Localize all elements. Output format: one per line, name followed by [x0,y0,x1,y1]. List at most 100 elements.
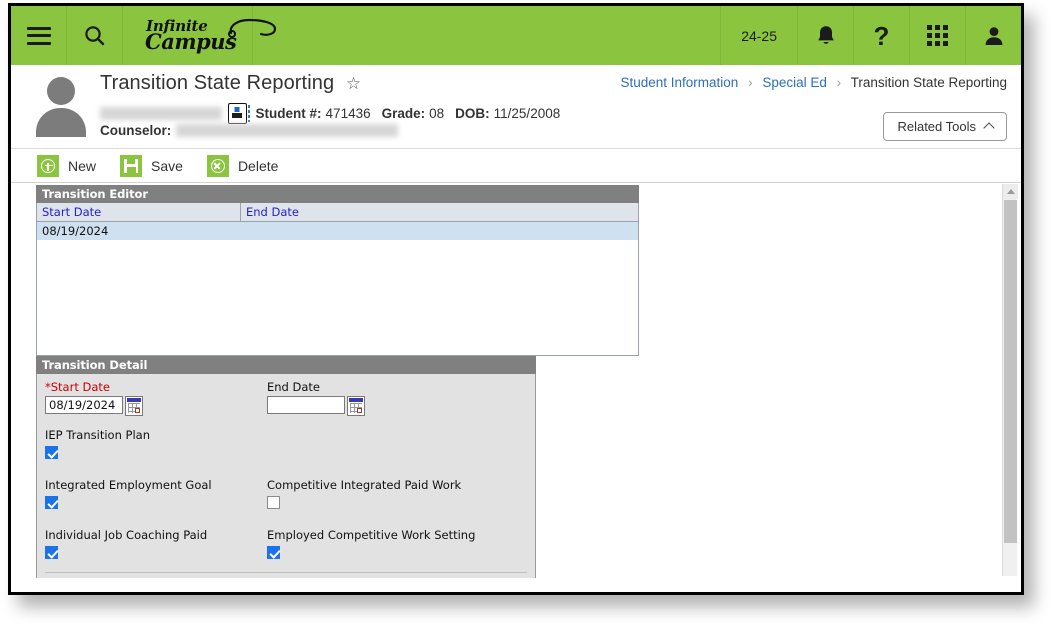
row-end-date [241,222,638,240]
infinite-campus-logo[interactable]: Infinite Campus [123,6,277,65]
iep-transition-plan-row: IEP Transition Plan [45,428,527,466]
integrated-employment-goal-group: Integrated Employment Goal [45,478,267,512]
student-summary-line: ABDALLA, NOOR S Student #: 471436 Grade:… [100,103,560,124]
grade-value: 08 [429,106,445,121]
save-icon-tile [120,154,143,177]
student-number-value: 471436 [325,106,371,121]
action-toolbar: New Save Delete [11,149,1021,183]
breadcrumb-item-special-ed[interactable]: Special Ed [762,75,827,90]
student-header: Transition State Reporting ☆ ABDALLA, NO… [11,65,1021,149]
modified-by-note: - Modified by: Administrator, System 08/… [45,572,527,578]
row-start-date: 08/19/2024 [42,224,109,238]
iep-row-spacer [267,428,489,466]
employment-row-1: Integrated Employment Goal Competitive I… [45,478,527,516]
column-header-start-date[interactable]: Start Date [37,203,241,221]
new-button-label: New [68,157,97,174]
header-spacer [253,6,720,65]
school-year-selector[interactable]: 24-25 [720,6,797,65]
date-field-row: *Start Date End Date [45,380,527,416]
student-avatar [34,75,88,137]
x-circle-icon [210,158,225,173]
apps-button[interactable] [909,6,965,65]
delete-icon-tile [206,154,229,177]
integrated-employment-goal-checkbox[interactable] [45,496,58,510]
employed-competitive-work-setting-label: Employed Competitive Work Setting [267,528,476,542]
plus-circle-icon [41,158,55,173]
student-number-label: Student #: [255,106,322,121]
scrollbar-up-button[interactable] [1003,184,1018,199]
logo-swoosh-icon [228,18,277,38]
delete-button[interactable]: Delete [206,154,279,177]
calendar-today-marker [357,408,362,413]
breadcrumb-item-current: Transition State Reporting [850,75,1007,90]
individual-job-coaching-paid-label: Individual Job Coaching Paid [45,528,208,542]
scrollbar-thumb[interactable] [1004,200,1017,543]
individual-job-coaching-paid-group: Individual Job Coaching Paid [45,528,267,562]
account-button[interactable] [965,6,1021,65]
vertical-scrollbar[interactable] [1002,184,1018,576]
dob-label: DOB: [455,106,490,121]
start-date-field [45,396,267,416]
competitive-integrated-paid-work-group: Competitive Integrated Paid Work [267,478,489,512]
bell-icon [817,25,834,44]
logo-text-campus: Campus [145,29,237,54]
notifications-button[interactable] [797,6,853,65]
transition-detail-title: Transition Detail [36,356,536,374]
help-button[interactable]: ? [853,6,909,65]
transition-editor-body: 08/19/2024 [36,222,639,356]
student-name: ABDALLA, NOOR S [100,107,222,120]
iep-transition-plan-group: IEP Transition Plan [45,428,267,462]
integrated-employment-goal-label: Integrated Employment Goal [45,478,212,492]
save-button[interactable]: Save [120,154,183,177]
new-button[interactable]: New [37,154,97,177]
save-button-label: Save [151,157,183,174]
calendar-top-bar [127,398,141,402]
iep-transition-plan-label: IEP Transition Plan [45,428,150,442]
transition-detail-section: Transition Detail *Start Date 08/19/2024… [36,356,536,578]
menu-button[interactable] [11,6,67,65]
column-header-end-date[interactable]: End Date [241,203,638,221]
employed-competitive-work-setting-checkbox[interactable] [267,546,280,560]
page-title: Transition State Reporting ☆ [100,72,361,95]
end-date-label: End Date [267,380,320,394]
main-content: Transition Editor Start Date End Date 08… [11,183,1021,578]
employed-competitive-work-setting-group: Employed Competitive Work Setting [267,528,489,562]
start-date-input[interactable] [45,396,123,414]
search-button[interactable] [67,6,123,65]
delete-button-label: Delete [237,157,279,174]
breadcrumb-item-student-information[interactable]: Student Information [620,75,738,90]
individual-job-coaching-paid-checkbox[interactable] [45,546,58,560]
table-row[interactable]: 08/19/2024 [37,222,638,240]
page-title-text: Transition State Reporting [100,72,335,94]
end-date-input[interactable] [267,396,345,414]
end-date-calendar-icon[interactable] [347,396,365,416]
student-id-card-icon[interactable] [227,103,250,124]
competitive-integrated-paid-work-label: Competitive Integrated Paid Work [267,478,462,492]
start-date-field-group: *Start Date [45,380,267,416]
end-date-field-group: End Date [267,380,489,416]
transition-detail-body: *Start Date End Date [36,374,536,578]
browser-window: Infinite Campus 24-25 ? Transition State… [8,3,1024,595]
counselor-line: Counselor: RHONDA RAMIREZ, AMANDA WILL [100,123,398,138]
calendar-top-bar [349,398,363,402]
app-header-bar: Infinite Campus 24-25 ? [11,6,1021,65]
user-account-icon [985,26,1002,45]
grade-label: Grade: [381,106,426,121]
related-tools-button[interactable]: Related Tools [883,112,1007,141]
competitive-integrated-paid-work-checkbox[interactable] [267,496,280,510]
end-date-field [267,396,489,416]
chevron-up-icon [983,122,995,134]
employment-row-2: Individual Job Coaching Paid Employed Co… [45,528,527,566]
app-grid-icon [927,25,948,46]
new-icon-tile [37,154,59,177]
favorite-star-icon[interactable]: ☆ [346,74,361,93]
breadcrumb: Student Information › Special Ed › Trans… [620,75,1007,90]
transition-editor-title: Transition Editor [36,185,639,203]
hamburger-menu-icon [26,26,51,45]
avatar-body [36,108,86,137]
floppy-disk-icon [124,158,139,173]
iep-transition-plan-checkbox[interactable] [45,446,58,460]
start-date-calendar-icon[interactable] [125,396,143,416]
related-tools-label: Related Tools [897,119,976,134]
search-icon [84,25,104,45]
